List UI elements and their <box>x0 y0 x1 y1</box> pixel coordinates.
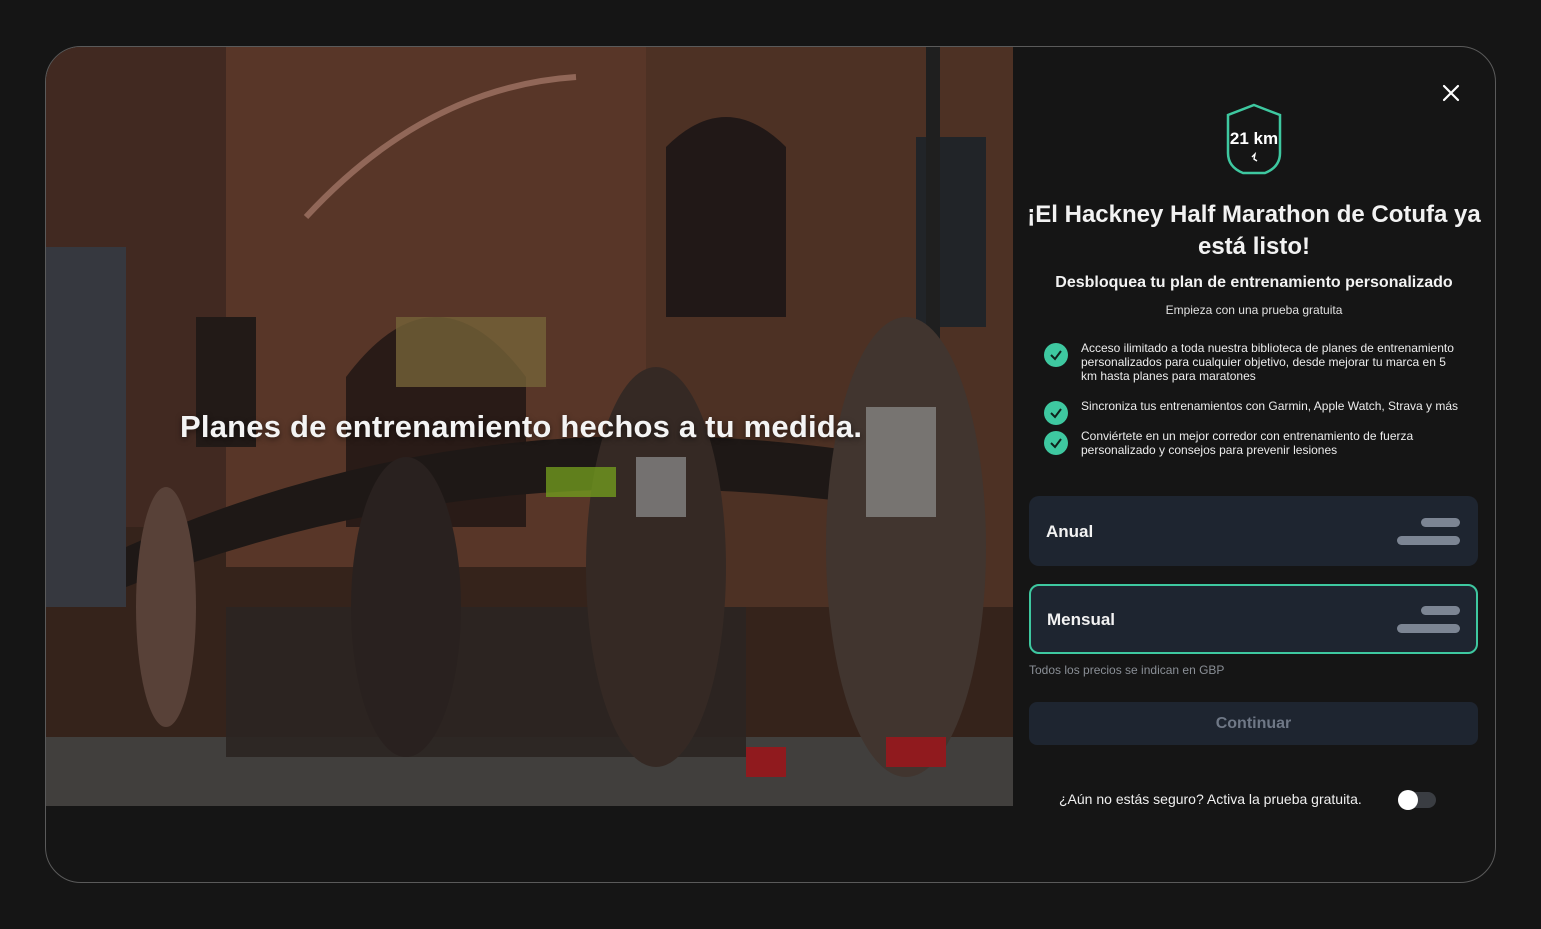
toggle-knob <box>1398 790 1418 810</box>
plan-label: Mensual <box>1047 610 1116 629</box>
feature-text: Sincroniza tus entrenamientos con Garmin… <box>1081 399 1459 413</box>
paywall-modal: Planes de entrenamiento hechos a tu medi… <box>45 46 1496 883</box>
trial-toggle-label: ¿Aún no estás seguro? Activa la prueba g… <box>1059 791 1362 807</box>
race-badge: 21 km <box>1225 103 1283 177</box>
price-placeholder <box>1421 518 1460 527</box>
plan-option-monthly[interactable]: Mensual <box>1029 584 1478 654</box>
plan-option-annual[interactable]: Anual <box>1029 496 1478 566</box>
check-icon <box>1044 431 1068 455</box>
hero-image: Planes de entrenamiento hechos a tu medi… <box>46 47 1013 806</box>
close-icon <box>1442 84 1460 102</box>
feature-list: Acceso ilimitado a toda nuestra bibliote… <box>1044 341 1464 467</box>
hero-headline: Planes de entrenamiento hechos a tu medi… <box>180 409 863 444</box>
check-icon <box>1044 343 1068 367</box>
price-placeholder <box>1421 606 1460 615</box>
feature-item: Conviértete en un mejor corredor con ent… <box>1044 429 1464 457</box>
price-placeholder <box>1397 536 1460 545</box>
plan-label: Anual <box>1046 522 1094 541</box>
page-title: ¡El Hackney Half Marathon de Cotufa ya e… <box>1027 201 1481 260</box>
feature-text: Acceso ilimitado a toda nuestra bibliote… <box>1081 341 1454 383</box>
price-placeholder <box>1397 624 1460 633</box>
feature-item: Acceso ilimitado a toda nuestra bibliote… <box>1044 341 1464 383</box>
trial-note: Empieza con una prueba gratuita <box>1165 303 1343 317</box>
check-icon <box>1044 401 1068 425</box>
feature-item: Sincroniza tus entrenamientos con Garmin… <box>1044 399 1464 425</box>
free-trial-toggle[interactable] <box>1398 790 1436 810</box>
close-button[interactable] <box>1439 81 1463 105</box>
subscription-panel: 21 km ¡El Hackney Half Marathon de Cotuf… <box>1013 47 1495 882</box>
continue-button[interactable]: Continuar <box>1029 702 1478 745</box>
page-subtitle: Desbloquea tu plan de entrenamiento pers… <box>1055 274 1453 291</box>
feature-text: Conviértete en un mejor corredor con ent… <box>1081 429 1414 457</box>
currency-note: Todos los precios se indican en GBP <box>1029 663 1225 677</box>
badge-distance: 21 km <box>1229 129 1279 148</box>
